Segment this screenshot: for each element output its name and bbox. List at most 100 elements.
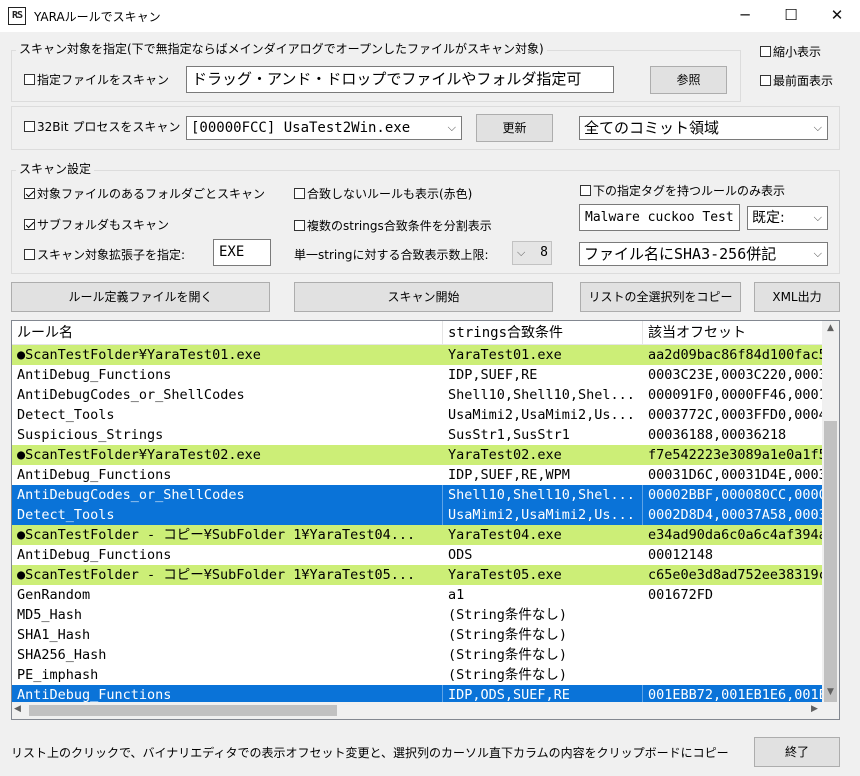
checkbox-box[interactable] — [24, 249, 35, 260]
tag-input[interactable]: Malware cuckoo Test — [579, 204, 740, 231]
cell-name: ●ScanTestFolder - コピー¥SubFolder 1¥YaraTe… — [17, 527, 416, 543]
cell-offset — [643, 645, 824, 665]
hash-option-select[interactable]: ファイル名にSHA3-256併記 ⌵ — [579, 242, 828, 266]
checkbox-box[interactable] — [24, 121, 35, 132]
process-select[interactable]: [00000FCC] UsaTest2Win.exe ⌵ — [186, 116, 462, 140]
cell-offset: 0002D8D4,00037A58,00038 — [643, 505, 824, 525]
app-icon: RS — [8, 7, 26, 25]
table-row[interactable]: GenRandom a1 001672FD — [12, 585, 824, 605]
scroll-left-icon[interactable]: ◀ — [14, 704, 21, 714]
title-bar: RS YARAルールでスキャン ─ ☐ ✕ — [0, 0, 860, 32]
column-header-rule[interactable]: ルール名 — [12, 321, 443, 345]
table-row[interactable]: AntiDebug_Functions IDP,SUEF,RE 0003C23E,0… — [12, 365, 824, 385]
cell-name: SHA1_Hash — [17, 627, 91, 643]
chevron-down-icon: ⌵ — [813, 121, 822, 134]
file-path-input[interactable]: ドラッグ・アンド・ドロップでファイルやフォルダ指定可 — [186, 66, 614, 93]
show-unmatched-checkbox[interactable]: 合致しないルールも表示(赤色) — [294, 186, 472, 202]
scroll-up-icon[interactable]: ▲ — [824, 323, 837, 333]
copy-column-button[interactable]: リストの全選択列をコピー — [580, 282, 741, 312]
cell-strings: Shell10,Shell10,Shel... — [443, 485, 643, 505]
cell-name: AntiDebugCodes_or_ShellCodes — [17, 387, 245, 403]
refresh-button[interactable]: 更新 — [476, 114, 553, 142]
checkbox-box[interactable] — [760, 46, 771, 57]
cell-strings: (String条件なし) — [448, 627, 568, 643]
checkbox-box[interactable] — [294, 188, 305, 199]
cell-name: MD5_Hash — [17, 607, 83, 623]
table-row[interactable]: Detect_Tools UsaMimi2,UsaMimi2,Us... 0002D… — [12, 505, 824, 525]
cell-name: ●ScanTestFolder - コピー¥SubFolder 1¥YaraTe… — [17, 567, 416, 583]
column-header-strings[interactable]: strings合致条件 — [443, 321, 643, 345]
table-row[interactable]: ●ScanTestFolder¥YaraTest02.exe YaraTest02… — [12, 445, 824, 465]
list-header: ルール名 strings合致条件 該当オフセット — [12, 321, 824, 345]
table-row[interactable]: PE_imphash (String条件なし) — [12, 665, 824, 685]
folder-scan-checkbox[interactable]: 対象ファイルのあるフォルダごとスキャン — [24, 186, 265, 202]
maximize-button[interactable]: ☐ — [768, 0, 814, 32]
cell-name: SHA256_Hash — [17, 647, 107, 663]
scan-target-group-label: スキャン対象を指定(下で無指定ならばメインダイアログでオープンしたファイルがスキ… — [16, 42, 547, 56]
checkbox-box[interactable] — [24, 219, 35, 230]
cell-offset: 0003772C,0003FFD0,00040 — [648, 407, 824, 423]
cell-strings: Shell10,Shell10,Shel... — [448, 387, 635, 403]
table-row[interactable]: SHA256_Hash (String条件なし) — [12, 645, 824, 665]
cell-name: AntiDebugCodes_or_ShellCodes — [12, 485, 443, 505]
cell-offset — [643, 625, 824, 645]
table-row[interactable]: AntiDebugCodes_or_ShellCodes Shell10,Shel… — [12, 385, 824, 405]
split-strings-checkbox[interactable]: 複数のstrings合致条件を分割表示 — [294, 218, 492, 234]
scroll-down-icon[interactable]: ▼ — [824, 687, 837, 697]
cell-strings: YaraTest01.exe — [448, 347, 562, 363]
cell-name: ●ScanTestFolder¥YaraTest02.exe — [17, 447, 261, 463]
cell-offset: aa2d09bac86f84d100fac5a — [648, 347, 824, 363]
checkbox-box[interactable] — [24, 74, 35, 85]
cell-offset — [643, 665, 824, 685]
table-row[interactable]: Detect_Tools UsaMimi2,UsaMimi2,Us... 00037… — [12, 405, 824, 425]
cell-name: AntiDebug_Functions — [17, 467, 172, 483]
match-limit-label: 単一stringに対する合致表示数上限: — [294, 248, 489, 262]
scan-file-checkbox[interactable]: 指定ファイルをスキャン — [24, 72, 169, 88]
table-row[interactable]: AntiDebug_Functions ODS 00012148 — [12, 545, 824, 565]
cell-name: AntiDebug_Functions — [17, 547, 172, 563]
table-row[interactable]: Suspicious_Strings SusStr1,SusStr1 0003618… — [12, 425, 824, 445]
table-row[interactable]: ●ScanTestFolder - コピー¥SubFolder 1¥YaraTe… — [12, 525, 824, 545]
minimize-button[interactable]: ─ — [722, 0, 768, 32]
scan-process-checkbox[interactable]: 32Bit プロセスをスキャン — [24, 119, 180, 135]
xml-output-button[interactable]: XML出力 — [754, 282, 840, 312]
extension-input[interactable]: EXE — [213, 239, 271, 266]
tag-default-select[interactable]: 既定: ⌵ — [747, 206, 828, 230]
start-scan-button[interactable]: スキャン開始 — [294, 282, 553, 312]
checkbox-box[interactable] — [580, 185, 591, 196]
cell-offset: 00036188,00036218 — [648, 427, 787, 443]
match-limit-stepper[interactable]: ⌵ 8 — [512, 241, 552, 265]
results-list[interactable]: ルール名 strings合致条件 該当オフセット ●ScanTestFolder… — [11, 320, 840, 720]
cell-strings: YaraTest04.exe — [448, 527, 562, 543]
checkbox-box[interactable] — [760, 75, 771, 86]
vertical-scrollbar[interactable]: ▲ ▼ — [822, 321, 839, 708]
table-row[interactable]: AntiDebugCodes_or_ShellCodes Shell10,Shel… — [12, 485, 824, 505]
checkbox-box[interactable] — [24, 188, 35, 199]
open-rules-button[interactable]: ルール定義ファイルを開く — [11, 282, 270, 312]
cell-offset: 00012148 — [648, 547, 714, 563]
table-row[interactable]: MD5_Hash (String条件なし) — [12, 605, 824, 625]
topmost-checkbox[interactable]: 最前面表示 — [760, 73, 833, 89]
table-row[interactable]: SHA1_Hash (String条件なし) — [12, 625, 824, 645]
browse-button[interactable]: 参照 — [650, 66, 727, 94]
close-button[interactable]: ✕ — [814, 0, 860, 32]
region-select[interactable]: 全てのコミット領域 ⌵ — [579, 116, 828, 140]
cell-offset: e34ad90da6c0a6c4af394a7 — [648, 527, 824, 543]
cell-strings: (String条件なし) — [448, 667, 568, 683]
checkbox-box[interactable] — [294, 220, 305, 231]
cell-strings: ODS — [448, 547, 473, 563]
table-row[interactable]: ●ScanTestFolder¥YaraTest01.exe YaraTest01… — [12, 345, 824, 365]
cell-offset: 001672FD — [648, 587, 714, 603]
subfolder-checkbox[interactable]: サブフォルダもスキャン — [24, 217, 169, 233]
exit-button[interactable]: 終了 — [754, 737, 840, 767]
column-header-offset[interactable]: 該当オフセット — [643, 321, 824, 345]
scroll-thumb[interactable] — [824, 421, 837, 708]
scroll-right-icon[interactable]: ▶ — [811, 704, 818, 714]
tag-filter-checkbox[interactable]: 下の指定タグを持つルールのみ表示 — [580, 183, 785, 199]
table-row[interactable]: ●ScanTestFolder - コピー¥SubFolder 1¥YaraTe… — [12, 565, 824, 585]
extension-checkbox[interactable]: スキャン対象拡張子を指定: — [24, 247, 185, 263]
horizontal-scroll-thumb[interactable] — [29, 705, 337, 716]
shrink-view-checkbox[interactable]: 縮小表示 — [760, 44, 821, 60]
table-row[interactable]: AntiDebug_Functions IDP,SUEF,RE,WPM 00031D… — [12, 465, 824, 485]
horizontal-scrollbar[interactable]: ◀ ▶ — [12, 702, 839, 719]
